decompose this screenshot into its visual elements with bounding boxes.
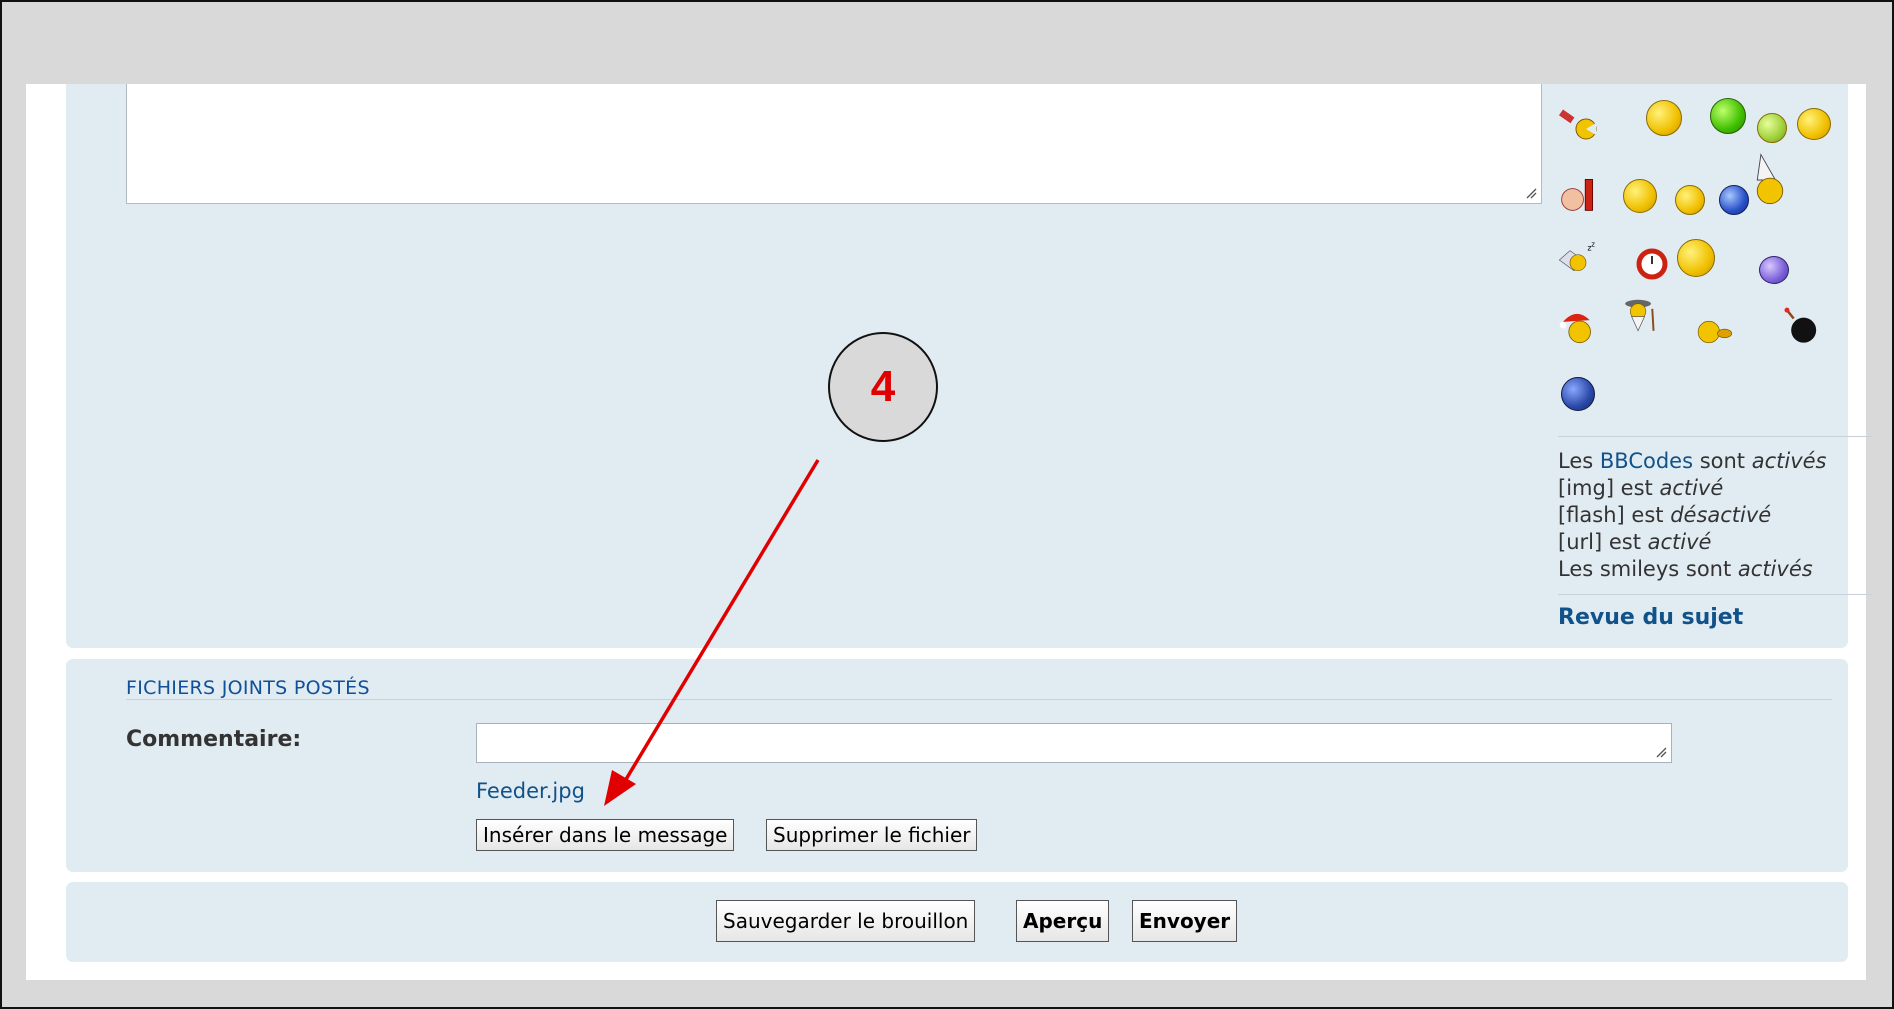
- santa-icon[interactable]: [1558, 306, 1598, 346]
- sick-icon[interactable]: [1644, 98, 1684, 138]
- flash-state: désactivé: [1670, 503, 1772, 527]
- svg-text:z: z: [1591, 241, 1595, 249]
- green-face-icon[interactable]: [1708, 96, 1748, 136]
- bbcode-state: activés: [1751, 449, 1827, 473]
- rolleyes-icon[interactable]: [1714, 180, 1754, 220]
- url-text: [url] est: [1558, 530, 1648, 554]
- party-hat-icon[interactable]: [1750, 153, 1790, 205]
- flash-status-line: [flash] est désactivé: [1558, 502, 1827, 529]
- img-status-line: [img] est activé: [1558, 475, 1827, 502]
- wizard-icon[interactable]: [1620, 294, 1660, 334]
- img-state: activé: [1659, 476, 1724, 500]
- bbcodes-link[interactable]: BBCodes: [1600, 449, 1693, 473]
- whistle-icon[interactable]: [1696, 312, 1736, 352]
- editor-panel: zz Les BBCodes sont activés [img] est ac…: [66, 84, 1872, 648]
- topic-review-link[interactable]: Revue du sujet: [1558, 605, 1743, 630]
- attachments-heading: FICHIERS JOINTS POSTÉS: [126, 677, 370, 699]
- grin-icon[interactable]: [1670, 180, 1710, 220]
- blue-face-icon[interactable]: [1558, 374, 1598, 414]
- attachments-panel: FICHIERS JOINTS POSTÉS Commentaire: Feed…: [66, 659, 1848, 872]
- dizzy-icon[interactable]: [1752, 108, 1792, 148]
- status-divider: [1558, 594, 1872, 595]
- url-state: activé: [1647, 530, 1712, 554]
- preview-button[interactable]: Aperçu: [1016, 900, 1110, 942]
- save-draft-button[interactable]: Sauvegarder le brouillon: [716, 900, 976, 942]
- smileys-text: Les smileys sont: [1558, 557, 1738, 581]
- lol-icon[interactable]: [1558, 174, 1598, 214]
- smileys-state: activés: [1737, 557, 1813, 581]
- step-number-badge: 4: [828, 332, 938, 442]
- delete-file-button[interactable]: Supprimer le fichier: [766, 819, 978, 851]
- cold-icon[interactable]: [1754, 250, 1794, 290]
- attachments-divider: [126, 699, 1832, 700]
- insert-into-message-button[interactable]: Insérer dans le message: [476, 819, 735, 851]
- attachment-file-link[interactable]: Feeder.jpg: [476, 779, 585, 803]
- send-button[interactable]: Envoyer: [1132, 900, 1238, 942]
- submit-panel: Sauvegarder le brouillon Aperçu Envoyer: [66, 882, 1848, 962]
- resize-grip-icon[interactable]: [1525, 187, 1537, 199]
- resize-grip-icon[interactable]: [1655, 746, 1667, 758]
- sleep-icon[interactable]: zz: [1558, 238, 1598, 278]
- wakeup-icon[interactable]: [1676, 238, 1716, 278]
- pacman-icon[interactable]: [1558, 104, 1598, 144]
- bomb-icon[interactable]: [1782, 306, 1822, 346]
- url-status-line: [url] est activé: [1558, 529, 1827, 556]
- bbcode-status: Les BBCodes sont activés [img] est activ…: [1558, 448, 1827, 583]
- angry-icon[interactable]: [1794, 104, 1834, 144]
- flash-text: [flash] est: [1558, 503, 1671, 527]
- bbcode-text: sont: [1693, 449, 1752, 473]
- bbcode-text: Les: [1558, 449, 1600, 473]
- bbcode-status-line: Les BBCodes sont activés: [1558, 448, 1827, 475]
- smiley-divider: [1558, 436, 1872, 437]
- message-textarea[interactable]: [126, 84, 1542, 204]
- img-text: [img] est: [1558, 476, 1660, 500]
- cool-icon[interactable]: [1620, 176, 1660, 216]
- posting-page: zz Les BBCodes sont activés [img] est ac…: [26, 84, 1872, 980]
- alarm-clock-icon[interactable]: [1632, 242, 1672, 282]
- comment-field[interactable]: [476, 723, 1672, 763]
- comment-label: Commentaire:: [126, 727, 302, 752]
- smileys-status-line: Les smileys sont activés: [1558, 556, 1827, 583]
